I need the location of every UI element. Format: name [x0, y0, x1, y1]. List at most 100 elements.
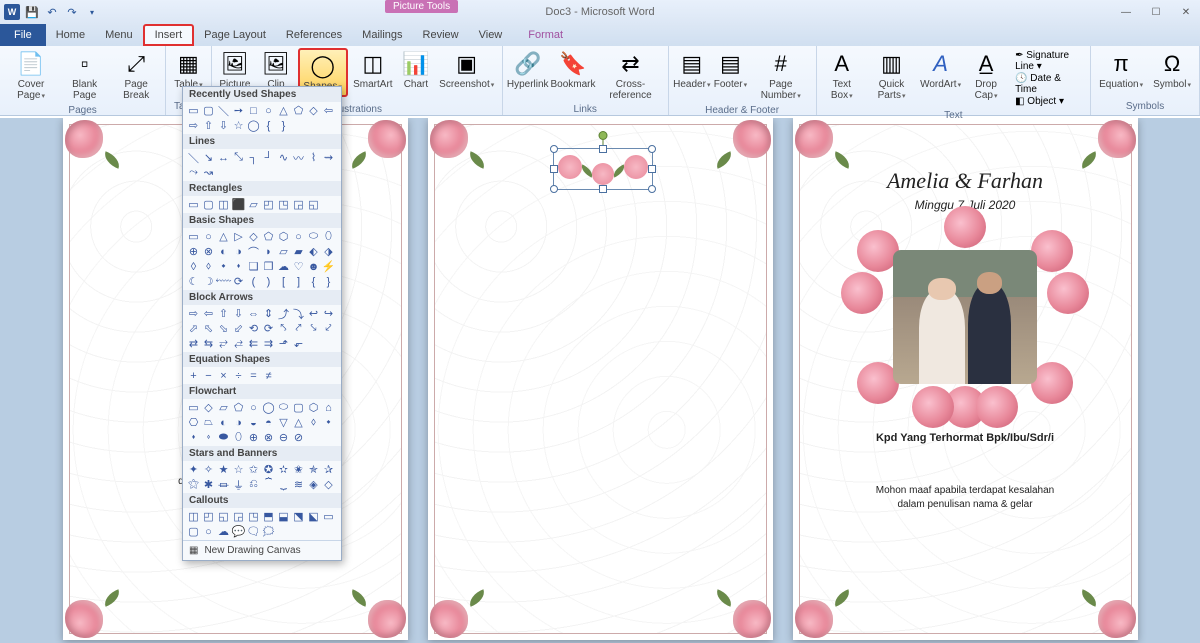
- clip-art-icon: 🖼: [262, 50, 290, 78]
- dd-shapes-callouts[interactable]: ◫◰◱◲◳⬒⬓⬔⬕▭▢○ ☁💬🗨🗯: [183, 508, 341, 540]
- dd-shapes-basic[interactable]: ▭○△▷◇⬠⬡○⬭⬯⊕⊗ ◐◑⌒◗▱▰⬖⬗◊⬨⬩⬪ ❑❒☁♡☻⚡☾☽⬳⟳ ()[…: [183, 228, 341, 290]
- table-icon: ▦: [174, 50, 202, 78]
- wordart-icon: A: [927, 50, 955, 78]
- resize-handle[interactable]: [648, 185, 656, 193]
- drop-cap-button[interactable]: A̲Drop Cap: [963, 48, 1009, 104]
- screenshot-button[interactable]: ▣Screenshot: [436, 48, 498, 93]
- page-number-button[interactable]: #Page Number: [750, 48, 812, 104]
- dd-section-equation: Equation Shapes: [183, 352, 341, 367]
- screenshot-icon: ▣: [453, 50, 481, 78]
- resize-handle[interactable]: [550, 185, 558, 193]
- quick-parts-icon: ▥: [878, 50, 906, 78]
- ribbon-tabs: File Home Menu Insert Page Layout Refere…: [0, 24, 1200, 46]
- group-symbols: Symbols: [1126, 100, 1164, 113]
- apology-text: Mohon maaf apabila terdapat kesalahan da…: [876, 484, 1054, 512]
- text-box-icon: A: [828, 50, 856, 78]
- page-2[interactable]: [428, 118, 773, 640]
- document-canvas[interactable]: dengan Ali Bin Abi Thalib): [0, 118, 1200, 643]
- tab-file[interactable]: File: [0, 24, 46, 46]
- dd-shapes-equation[interactable]: +−×÷=≠: [183, 367, 341, 384]
- dd-section-recent: Recently Used Shapes: [183, 87, 341, 102]
- save-icon[interactable]: 💾: [24, 4, 40, 20]
- footer-button[interactable]: ▤Footer: [713, 48, 748, 93]
- tab-format[interactable]: Format: [518, 24, 573, 46]
- bookmark-button[interactable]: 🔖Bookmark: [551, 48, 596, 92]
- tab-page-layout[interactable]: Page Layout: [194, 24, 276, 46]
- equation-icon: π: [1107, 50, 1135, 78]
- shapes-dropdown: Recently Used Shapes ▭▢＼➙□○△⬠◇⇦⇨⇧⇩☆◯{} L…: [182, 86, 342, 561]
- minimize-button[interactable]: —: [1112, 3, 1140, 21]
- symbol-button[interactable]: ΩSymbol: [1149, 48, 1195, 93]
- rose-decoration: [713, 120, 771, 168]
- close-button[interactable]: ✕: [1172, 3, 1200, 21]
- undo-icon[interactable]: ↶: [44, 4, 60, 20]
- chart-button[interactable]: 📊Chart: [398, 48, 433, 92]
- cross-reference-icon: ⇄: [617, 50, 645, 78]
- smartart-icon: ◫: [359, 50, 387, 78]
- dd-section-arrows: Block Arrows: [183, 290, 341, 305]
- resize-handle[interactable]: [648, 145, 656, 153]
- blank-page-button[interactable]: ▫Blank Page: [60, 48, 109, 103]
- resize-handle[interactable]: [599, 185, 607, 193]
- shapes-icon: ◯: [309, 52, 337, 80]
- text-box-button[interactable]: AText Box: [821, 48, 863, 104]
- dd-shapes-rect[interactable]: ▭▢◫⬛▱◰◳◲◱: [183, 196, 341, 213]
- quick-access-toolbar: W 💾 ↶ ↷ ▾: [0, 4, 100, 20]
- group-pages: Pages: [68, 104, 96, 117]
- resize-handle[interactable]: [550, 145, 558, 153]
- rotate-handle[interactable]: [598, 131, 607, 140]
- garland-image: [558, 155, 648, 185]
- object-button[interactable]: ◧ Object ▾: [1015, 96, 1082, 107]
- selected-image[interactable]: [553, 148, 653, 190]
- smartart-button[interactable]: ◫SmartArt: [350, 48, 397, 92]
- tab-home[interactable]: Home: [46, 24, 95, 46]
- dd-shapes-flowchart[interactable]: ▭◇▱⬠○◯⬭▢⬡⌂⎔⏢ ◐◑◒◓▽△⬨⬩⬪⬫⬬⬯ ⊕⊗⊖⊘: [183, 399, 341, 446]
- quick-parts-button[interactable]: ▥Quick Parts: [865, 48, 918, 104]
- window-title: Doc3 - Microsoft Word: [545, 6, 654, 18]
- group-links: Links: [574, 103, 597, 116]
- dd-section-lines: Lines: [183, 134, 341, 149]
- resize-handle[interactable]: [648, 165, 656, 173]
- group-header-footer: Header & Footer: [705, 104, 779, 117]
- resize-handle[interactable]: [599, 145, 607, 153]
- tab-review[interactable]: Review: [413, 24, 469, 46]
- signature-line-button[interactable]: ✒ Signature Line ▾: [1015, 50, 1082, 72]
- tab-view[interactable]: View: [469, 24, 513, 46]
- footer-icon: ▤: [716, 50, 744, 78]
- page-3[interactable]: Amelia & Farhan Minggu 7 Juli 2020: [793, 118, 1138, 640]
- dd-shapes-arrows[interactable]: ⇨⇦⇧⇩⇔⇕⤴⤵↩↪⬀⬁ ⬂⬃⟲⟳⤣⤤⤥⤦⇄⇆⥂⥄ ⇇⇉⬏⬐: [183, 305, 341, 352]
- tab-menu[interactable]: Menu: [95, 24, 143, 46]
- cover-page-button[interactable]: 📄Cover Page: [4, 48, 58, 104]
- new-drawing-canvas[interactable]: ▦ New Drawing Canvas: [183, 540, 341, 560]
- wordart-button[interactable]: AWordArt: [920, 48, 961, 93]
- photo-frame: [875, 232, 1055, 402]
- cross-reference-button[interactable]: ⇄Cross-reference: [597, 48, 663, 103]
- drop-cap-icon: A̲: [972, 50, 1000, 78]
- dd-shapes-recent[interactable]: ▭▢＼➙□○△⬠◇⇦⇨⇧⇩☆◯{}: [183, 102, 341, 134]
- hyperlink-icon: 🔗: [514, 50, 542, 78]
- equation-button[interactable]: πEquation: [1095, 48, 1147, 93]
- qat-more-icon[interactable]: ▾: [84, 4, 100, 20]
- picture-icon: 🖼: [221, 50, 249, 78]
- word-icon: W: [4, 4, 20, 20]
- tab-insert[interactable]: Insert: [143, 24, 195, 46]
- header-button[interactable]: ▤Header: [673, 48, 711, 93]
- bookmark-icon: 🔖: [559, 50, 587, 78]
- tab-mailings[interactable]: Mailings: [352, 24, 412, 46]
- tab-references[interactable]: References: [276, 24, 352, 46]
- header-icon: ▤: [678, 50, 706, 78]
- dd-shapes-lines[interactable]: ＼↘↔⤡┐┘∿〰⌇⇝⤳↝: [183, 149, 341, 181]
- redo-icon[interactable]: ↷: [64, 4, 80, 20]
- dd-section-basic: Basic Shapes: [183, 213, 341, 228]
- page-break-button[interactable]: ⤢Page Break: [111, 48, 161, 103]
- dd-section-rect: Rectangles: [183, 181, 341, 196]
- symbol-icon: Ω: [1158, 50, 1186, 78]
- maximize-button[interactable]: ☐: [1142, 3, 1170, 21]
- dd-shapes-stars[interactable]: ✦✧★☆✩✪✫✬✯✰⚝✱ ⏛⏚⎌⏞⏟≋◈◇: [183, 461, 341, 493]
- date-time-button[interactable]: 🕓 Date & Time: [1015, 73, 1082, 95]
- couple-photo: [893, 250, 1037, 384]
- resize-handle[interactable]: [550, 165, 558, 173]
- ribbon: 📄Cover Page ▫Blank Page ⤢Page Break Page…: [0, 46, 1200, 116]
- recipient-caption: Kpd Yang Terhormat Bpk/Ibu/Sdr/i: [876, 432, 1054, 444]
- hyperlink-button[interactable]: 🔗Hyperlink: [507, 48, 549, 92]
